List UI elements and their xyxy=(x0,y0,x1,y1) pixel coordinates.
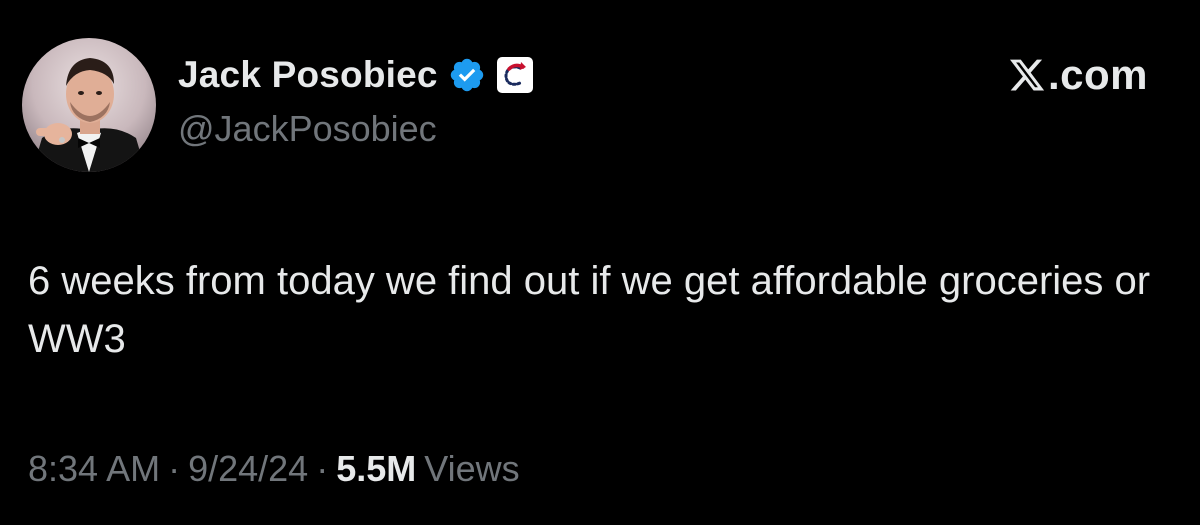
views-label: Views xyxy=(424,448,520,489)
verified-badge-icon xyxy=(448,56,486,94)
views-count: 5.5M xyxy=(336,448,417,489)
meta-separator: · xyxy=(316,448,329,489)
avatar[interactable] xyxy=(22,38,156,172)
tweet-time[interactable]: 8:34 AM xyxy=(28,448,160,490)
profile-photo xyxy=(22,38,156,172)
meta-separator: · xyxy=(168,448,181,489)
affiliate-logo-icon[interactable] xyxy=(496,56,534,94)
tweet-date[interactable]: 9/24/24 xyxy=(188,448,308,490)
author-handle[interactable]: @JackPosobiec xyxy=(178,108,437,150)
x-logo-icon xyxy=(1008,56,1046,94)
display-name[interactable]: Jack Posobiec xyxy=(178,54,438,96)
tweet-text: 6 weeks from today we find out if we get… xyxy=(28,259,1151,361)
brand-watermark: .com xyxy=(1008,51,1148,98)
author-name-row: Jack Posobiec xyxy=(178,52,534,98)
brand-text: .com xyxy=(1047,51,1148,98)
tweet-meta: 8:34 AM · 9/24/24 · 5.5M Views xyxy=(28,448,520,490)
tweet-card: Jack Posobiec @JackPosobiec .com 6 weeks… xyxy=(0,0,1200,525)
